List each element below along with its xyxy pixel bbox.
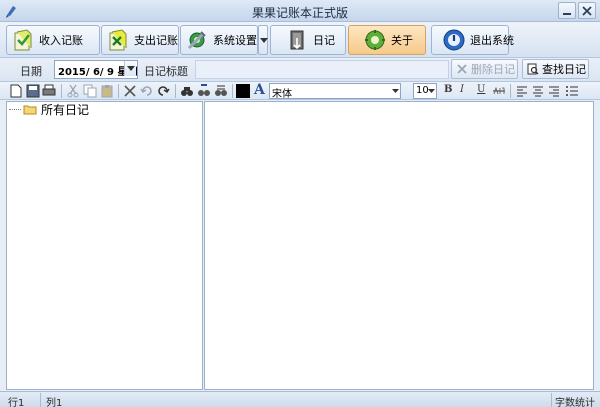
font-size-select[interactable]: 10 xyxy=(413,83,437,99)
close-button[interactable] xyxy=(578,2,596,19)
income-label: 收入记账 xyxy=(39,34,83,47)
exit-label: 退出系统 xyxy=(470,34,514,47)
paste-icon[interactable] xyxy=(100,84,114,98)
status-bar: 行1 列1 字数统计 xyxy=(0,391,600,407)
copy-icon[interactable] xyxy=(83,84,97,98)
tree-item-label: 所有日记 xyxy=(41,102,90,117)
date-dropdown-button[interactable] xyxy=(124,61,136,76)
minimize-button[interactable] xyxy=(558,2,576,19)
bullet-list-icon[interactable] xyxy=(565,84,579,98)
format-toolbar: A 宋体 10 B I U xyxy=(0,82,600,100)
find-diary-button[interactable]: 查找日记 xyxy=(522,59,589,79)
delete-diary-label: 删除日记 xyxy=(471,63,515,76)
settings-label: 系统设置 xyxy=(213,34,257,47)
chevron-down-icon xyxy=(428,89,435,93)
redo-icon[interactable] xyxy=(156,84,170,98)
replace-icon[interactable] xyxy=(214,84,228,98)
text-color-button[interactable] xyxy=(236,84,250,98)
font-name-select[interactable]: 宋体 xyxy=(269,83,401,100)
align-left-icon[interactable] xyxy=(515,84,529,98)
delete-diary-button[interactable]: 删除日记 xyxy=(451,59,518,79)
underline-button[interactable]: U xyxy=(477,84,485,95)
delete-icon[interactable] xyxy=(123,84,137,98)
tree-item-all-diaries[interactable]: 所有日记 xyxy=(9,102,90,117)
diary-info-bar: 日期 2015/ 6/ 9 星期二 日记标题 删除日记 查找日记 xyxy=(0,58,600,82)
diary-title-label: 日记标题 xyxy=(144,65,188,78)
exit-icon xyxy=(443,29,465,51)
diary-tree-panel: 所有日记 xyxy=(6,101,203,390)
income-button[interactable]: 收入记账 xyxy=(6,25,100,55)
chevron-down-icon xyxy=(392,89,399,93)
find-next-icon[interactable] xyxy=(197,84,211,98)
window-title: 果果记账本正式版 xyxy=(251,6,348,20)
italic-button[interactable]: I xyxy=(460,84,464,95)
diary-icon xyxy=(290,30,304,50)
diary-editor[interactable] xyxy=(204,101,594,390)
status-col: 列1 xyxy=(46,398,63,407)
delete-icon xyxy=(457,64,467,74)
diary-label: 日记 xyxy=(313,34,335,47)
exit-button[interactable]: 退出系统 xyxy=(431,25,514,55)
settings-button[interactable]: 系统设置 xyxy=(180,25,258,55)
expense-label: 支出记账 xyxy=(134,34,178,47)
expense-icon xyxy=(109,29,127,51)
find-icon[interactable] xyxy=(180,84,194,98)
expense-button[interactable]: 支出记账 xyxy=(101,25,179,55)
word-count-button[interactable]: 字数统计 xyxy=(555,394,595,407)
about-label: 关于 xyxy=(391,34,413,47)
font-icon[interactable]: A xyxy=(254,82,265,98)
search-icon xyxy=(527,63,539,75)
settings-dropdown-button[interactable] xyxy=(258,25,268,55)
strikethrough-icon[interactable] xyxy=(492,84,506,98)
status-row: 行1 xyxy=(8,398,25,407)
font-size-value: 10 xyxy=(416,85,429,96)
diary-title-input[interactable] xyxy=(195,60,449,79)
chevron-down-icon xyxy=(260,38,268,43)
find-diary-label: 查找日记 xyxy=(542,63,586,76)
font-name-value: 宋体 xyxy=(272,89,292,100)
new-document-icon[interactable] xyxy=(9,84,23,98)
bold-button[interactable]: B xyxy=(444,84,452,95)
cut-icon[interactable] xyxy=(66,84,80,98)
undo-icon[interactable] xyxy=(140,84,154,98)
settings-icon xyxy=(187,31,206,50)
about-button[interactable]: 关于 xyxy=(348,25,426,55)
main-toolbar: 收入记账 支出记账 系统设置 日记 关于 退出系统 xyxy=(0,22,600,58)
folder-icon xyxy=(23,105,37,114)
diary-button[interactable]: 日记 xyxy=(270,25,346,55)
date-label: 日期 xyxy=(20,65,42,78)
align-center-icon[interactable] xyxy=(531,84,545,98)
title-bar: 果果记账本正式版 xyxy=(0,0,600,22)
save-icon[interactable] xyxy=(26,84,40,98)
income-icon xyxy=(14,29,32,51)
print-icon[interactable] xyxy=(42,84,56,98)
about-icon xyxy=(365,30,385,50)
align-right-icon[interactable] xyxy=(547,84,561,98)
chevron-down-icon xyxy=(127,66,135,71)
